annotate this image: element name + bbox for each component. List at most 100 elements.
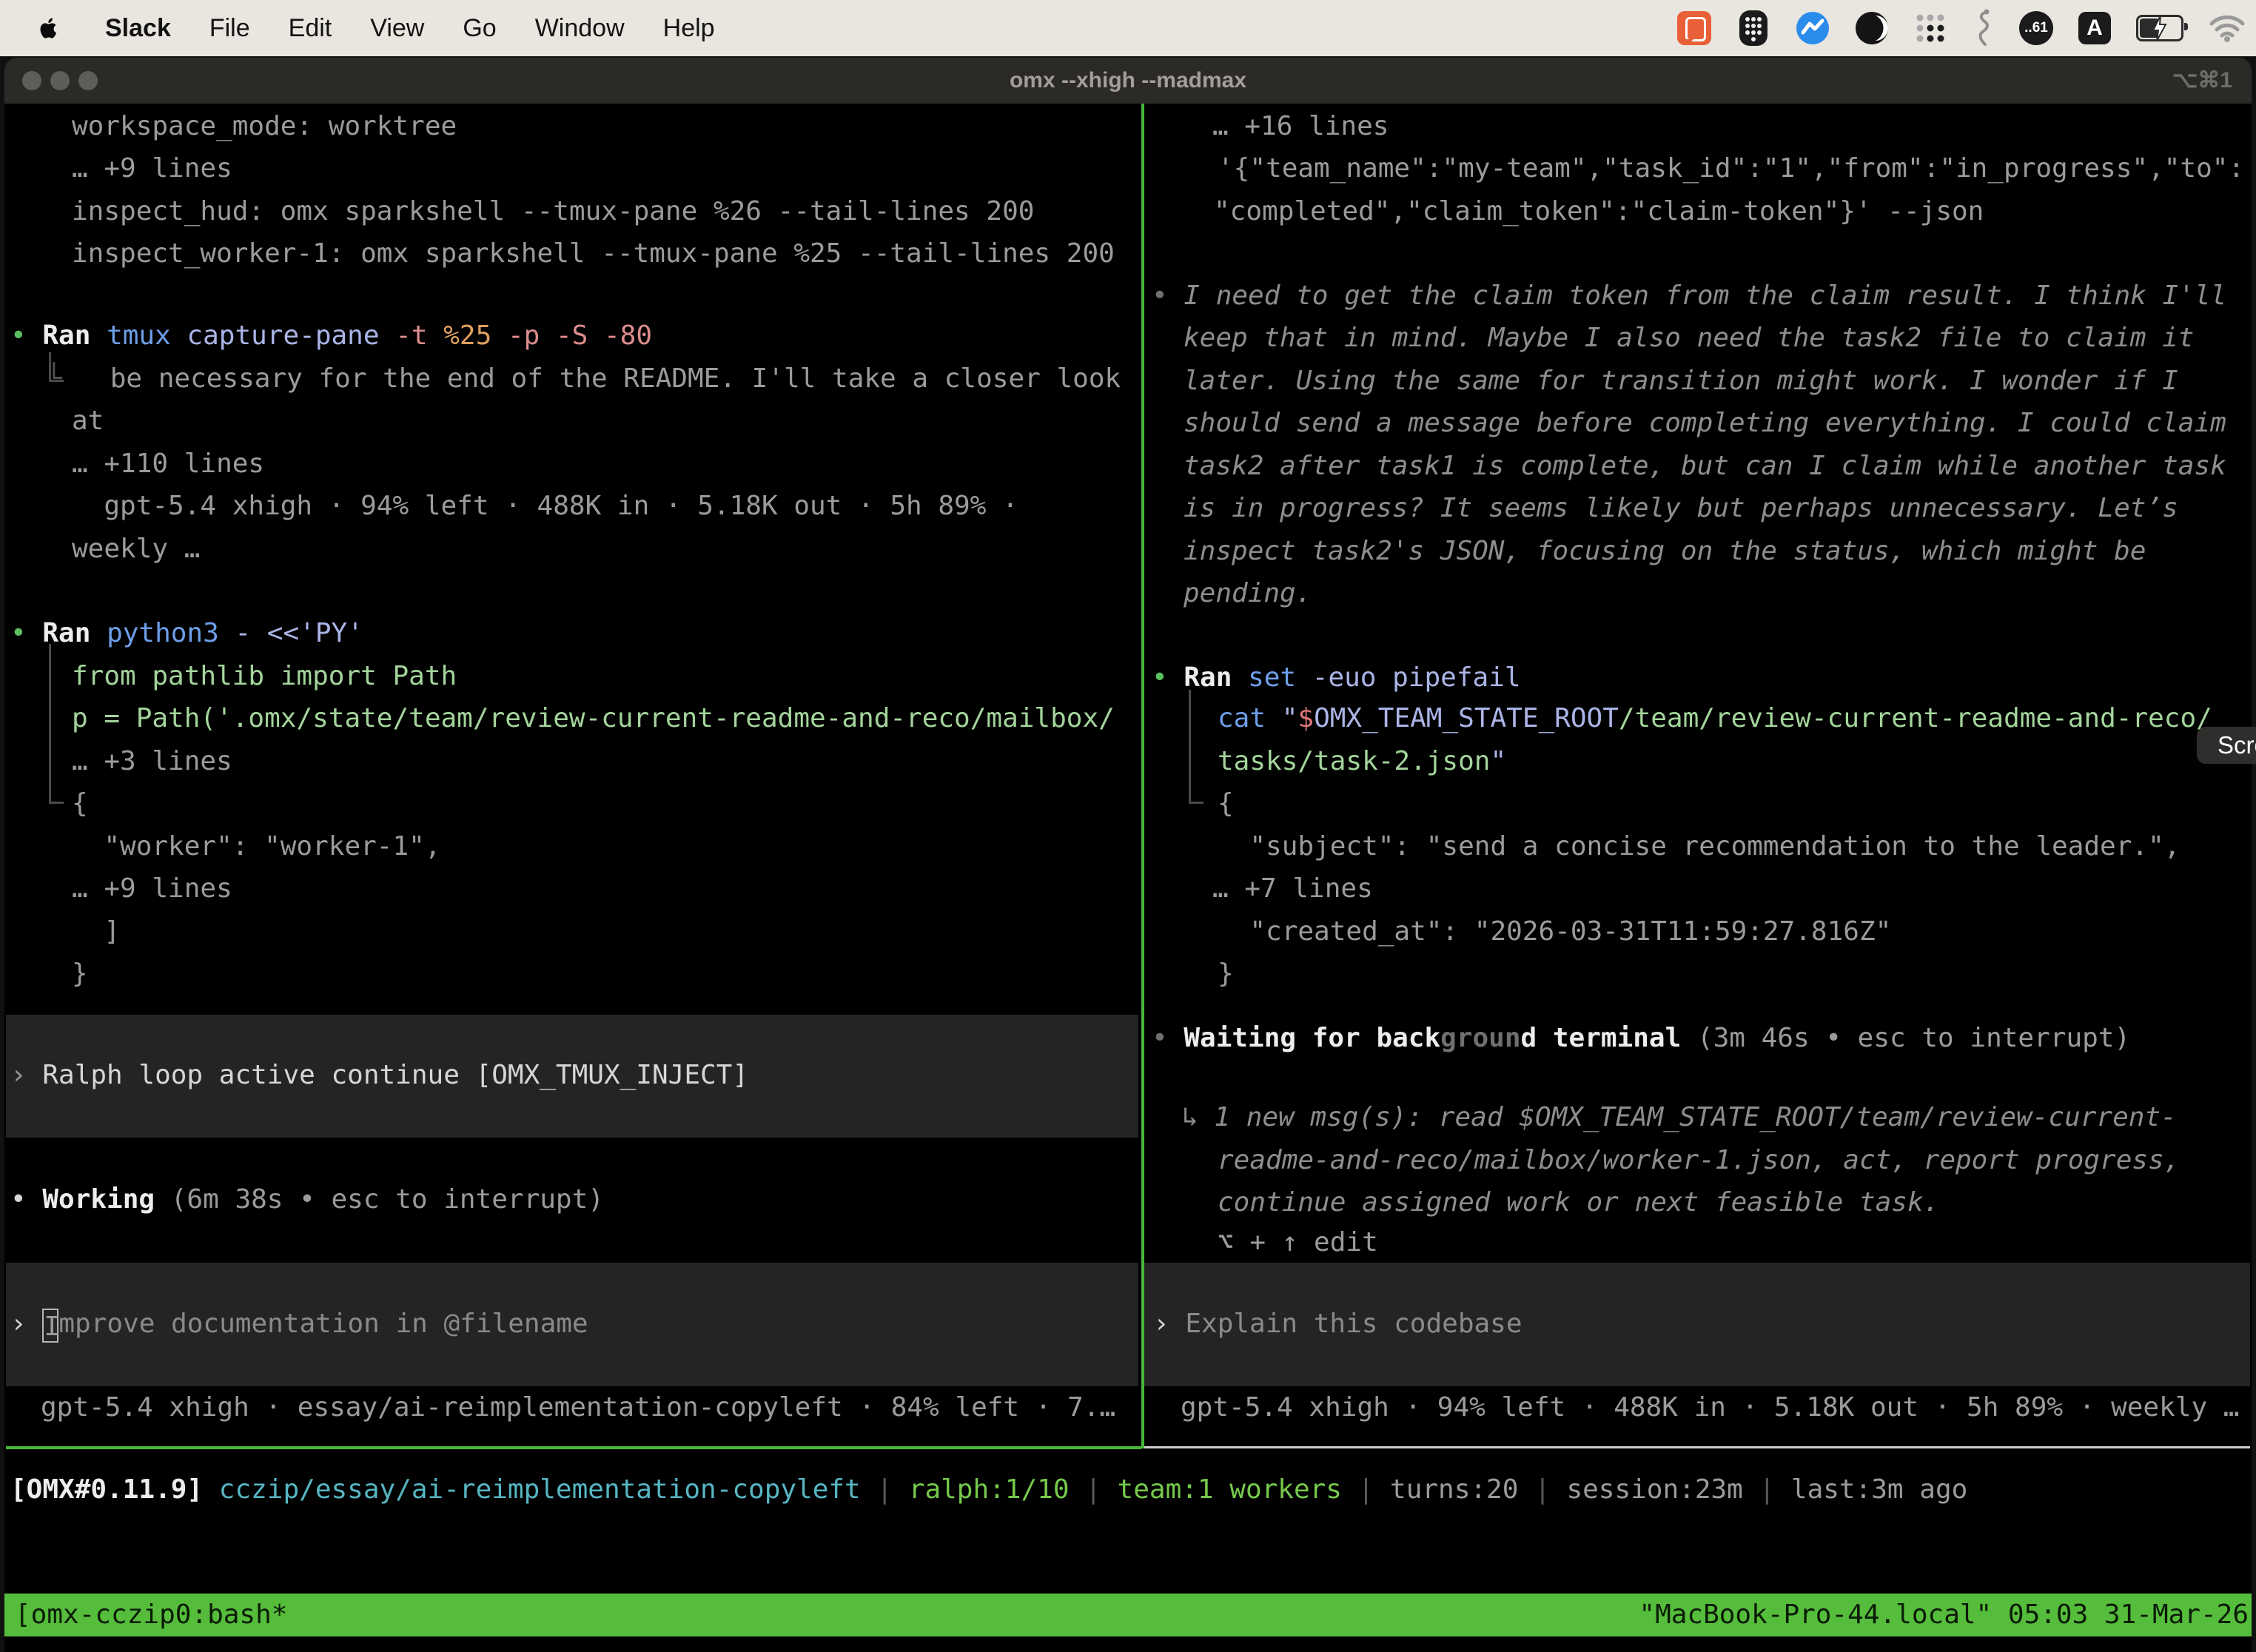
tmux-host-clock-label: "MacBook-Pro-44.local" 05:03 31-Mar-26	[1639, 1594, 2249, 1636]
percent-badge[interactable]: ..61	[2019, 11, 2053, 45]
menu-bar: Slack File Edit View Go Window Help	[0, 0, 2256, 56]
terminal-text-segment: d terminal	[1521, 1023, 1682, 1053]
terminal-text-segment: be necessary for the end of the README. …	[62, 363, 1121, 394]
terminal-line: workspace_mode: worktree	[72, 105, 457, 148]
terminal-text-segment: [OMX#0.11.9]	[10, 1474, 203, 1505]
terminal-line: gpt-5.4 xhigh · 94% left · 488K in · 5.1…	[72, 485, 1018, 528]
terminal-text-segment: └	[46, 363, 62, 394]
terminal-text-segment: |	[1743, 1474, 1791, 1505]
terminal-text-segment: gpt-5.4 xhigh · essay/ai-reimplementatio…	[41, 1392, 1115, 1423]
terminal-text-segment: (3m 46s • esc to interrupt)	[1681, 1023, 2130, 1053]
terminal-text-segment: continue assigned work or next feasible …	[1218, 1187, 1939, 1218]
apple-menu-icon[interactable]	[34, 12, 64, 44]
terminal-text-segment: -euo pipefail	[1312, 662, 1521, 693]
terminal-text-segment: last:3m ago	[1791, 1474, 1967, 1505]
terminal-line: p = Path('.omx/state/team/review-current…	[72, 697, 1115, 740]
output-connector	[1189, 690, 1191, 803]
menu-item-go[interactable]: Go	[463, 14, 496, 43]
output-connector	[49, 802, 64, 804]
terminal-line: inspect_hud: omx sparkshell --tmux-pane …	[72, 190, 1034, 233]
terminal-text-segment: OMX_TEAM_STATE_ROOT	[1314, 703, 1619, 733]
menu-item-edit[interactable]: Edit	[289, 14, 332, 43]
wifi-icon[interactable]	[2209, 13, 2246, 43]
terminal-text-segment: ›	[1153, 1309, 1185, 1339]
keypad-shield-icon[interactable]	[1736, 9, 1770, 47]
menu-bar-status-icons: ..61 A	[1677, 0, 2246, 56]
terminal-line: readme-and-reco/mailbox/worker-1.json, a…	[1218, 1139, 2180, 1182]
terminal-text-segment: ›	[10, 1309, 42, 1339]
terminal-text-segment: Ran	[42, 320, 107, 351]
terminal-line: should send a message before completing …	[1184, 402, 2226, 445]
terminal-text-segment: python3	[107, 618, 235, 648]
terminal-text-segment: I need to get the claim token from the c…	[1184, 281, 2226, 311]
terminal-line: gpt-5.4 xhigh · 94% left · 488K in · 5.1…	[1181, 1386, 2239, 1429]
terminal-line: from pathlib import Path	[72, 655, 457, 698]
terminal-text-segment: should send a message before completing …	[1184, 408, 2226, 438]
terminal-text-segment: … +9 lines	[72, 873, 232, 904]
window-shortcut-badge: ⌥⌘1	[2172, 58, 2232, 104]
menu-item-slack[interactable]: Slack	[105, 14, 171, 43]
terminal-line: • Ran set -euo pipefail	[1152, 657, 1521, 699]
terminal-line: • Working (6m 38s • esc to interrupt)	[10, 1178, 604, 1221]
terminal-line: '{"team_name":"my-team","task_id":"1","f…	[1218, 147, 2244, 190]
terminal-line: ↳ 1 new msg(s): read $OMX_TEAM_STATE_ROO…	[1182, 1096, 2177, 1139]
terminal-text-segment: is in progress? It seems likely but perh…	[1184, 493, 2178, 523]
terminal-line: "subject": "send a concise recommendatio…	[1218, 825, 2180, 868]
terminal-text-segment: cat	[1218, 703, 1282, 733]
terminal-text-segment: at	[72, 406, 104, 436]
terminal-text-segment: {	[1218, 788, 1234, 819]
menu-item-window[interactable]: Window	[535, 14, 625, 43]
battery-charging-icon[interactable]	[2136, 15, 2183, 41]
terminal-line: … +3 lines	[72, 740, 232, 783]
terminal-text-segment	[203, 1474, 219, 1505]
terminal-text-segment: tasks/task-2.json	[1218, 746, 1490, 776]
screenshot-icon[interactable]	[1677, 11, 1711, 45]
terminal-text-segment: "worker": "worker-1",	[72, 831, 441, 862]
terminal-text-segment: pending.	[1184, 578, 1312, 608]
tmux-session-label[interactable]: [omx-cczip0:bash*	[15, 1594, 287, 1636]
terminal-text-segment: "	[1490, 746, 1506, 776]
messenger-icon[interactable]	[1796, 11, 1830, 45]
omx-status-line: [OMX#0.11.9] cczip/essay/ai-reimplementa…	[10, 1468, 1967, 1511]
terminal-line: • Waiting for background terminal (3m 46…	[1152, 1017, 2130, 1060]
menu-item-view[interactable]: View	[370, 14, 424, 43]
input-source-a-icon[interactable]: A	[2078, 12, 2111, 44]
terminal-text-segment: ]	[72, 916, 120, 947]
terminal-line: {	[72, 782, 88, 825]
terminal-line: inspect_worker-1: omx sparkshell --tmux-…	[72, 232, 1115, 275]
terminal-text-segment: Ralph loop active continue [OMX_TMUX_INJ…	[42, 1060, 748, 1090]
terminal-text-segment: turns:20	[1390, 1474, 1518, 1505]
terminal-line: … +110 lines	[72, 443, 264, 486]
terminal-text-segment: task2 after task1 is complete, but can I…	[1184, 451, 2226, 481]
screenshot-thumbnail-label[interactable]: Scre	[2197, 727, 2256, 764]
terminal-text-segment: weekly …	[72, 534, 200, 564]
output-connector	[1189, 802, 1203, 804]
terminal-line: ⌥ + ↑ edit	[1218, 1221, 1378, 1264]
terminal-text-segment: readme-and-reco/mailbox/worker-1.json, a…	[1218, 1145, 2180, 1175]
terminal-text-segment: -S	[556, 320, 604, 351]
terminal-text-segment: Waiting for back	[1184, 1023, 1440, 1053]
terminal-text-segment: from pathlib import Path	[72, 661, 457, 691]
terminal-line: task2 after task1 is complete, but can I…	[1184, 445, 2226, 488]
terminal-line: "worker": "worker-1",	[72, 825, 441, 868]
squiggle-icon[interactable]	[1972, 9, 1994, 47]
dots-grid-icon[interactable]	[1914, 12, 1947, 44]
terminal-line: keep that in mind. Maybe I also need the…	[1184, 317, 2194, 360]
terminal-text-segment: keep that in mind. Maybe I also need the…	[1184, 323, 2194, 353]
terminal-line: tasks/task-2.json"	[1218, 740, 1506, 783]
terminal-line: ]	[72, 910, 120, 953]
menu-item-help[interactable]: Help	[663, 14, 715, 43]
terminal-text-segment: workspace_mode: worktree	[72, 111, 457, 141]
terminal-text-segment: mprove documentation in @filename	[58, 1309, 588, 1339]
terminal-line: • I need to get the claim token from the…	[1152, 275, 2226, 318]
crescent-icon[interactable]	[1855, 11, 1889, 45]
terminal-text-segment: •	[1152, 1023, 1184, 1053]
terminal-text-segment: Ran	[1184, 662, 1248, 693]
terminal-text-segment: cczip/essay/ai-reimplementation-copyleft	[219, 1474, 861, 1505]
terminal-text-segment: … +16 lines	[1212, 111, 1389, 141]
terminal-text-segment: $	[1297, 703, 1314, 733]
menu-item-file[interactable]: File	[209, 14, 250, 43]
terminal-text-segment: - <<'PY'	[235, 618, 363, 648]
terminal-text-segment: |	[861, 1474, 909, 1505]
pane-divider[interactable]	[1141, 104, 1144, 1448]
